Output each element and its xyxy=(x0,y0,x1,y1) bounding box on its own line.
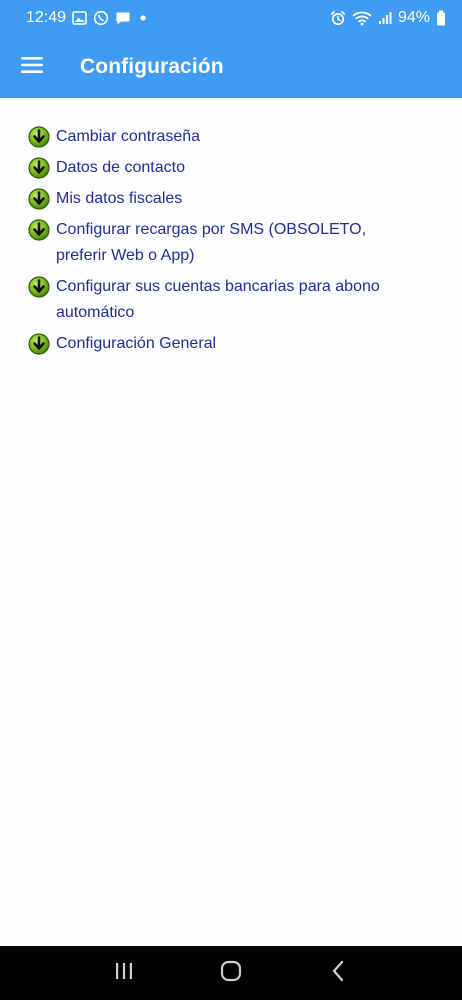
back-icon xyxy=(330,960,346,987)
list-item-fiscal-data[interactable]: Mis datos fiscales xyxy=(28,186,436,212)
alarm-icon xyxy=(330,10,346,26)
green-down-arrow-icon xyxy=(28,188,50,210)
status-bar: 12:49 94% xyxy=(0,0,462,36)
message-icon xyxy=(115,11,131,26)
list-item-label: Configurar sus cuentas bancarias para ab… xyxy=(56,278,380,321)
recent-apps-icon xyxy=(113,961,135,986)
hamburger-menu-icon xyxy=(20,55,44,80)
green-down-arrow-icon xyxy=(28,157,50,179)
back-button[interactable] xyxy=(313,948,363,998)
menu-button[interactable] xyxy=(0,36,64,98)
status-time: 12:49 xyxy=(26,9,67,26)
list-item-label: Datos de contacto xyxy=(56,159,185,176)
list-item-general-settings[interactable]: Configuración General xyxy=(28,331,436,357)
status-left: 12:49 xyxy=(26,9,149,27)
list-item-label: Cambiar contraseña xyxy=(56,128,201,145)
green-down-arrow-icon xyxy=(28,333,50,355)
whatsapp-icon xyxy=(93,10,109,26)
settings-list: Cambiar contraseña Datos de contacto Mis… xyxy=(28,124,436,357)
list-item-label: Mis datos fiscales xyxy=(56,190,183,207)
list-item-sms-recharges[interactable]: Configurar recargas por SMS (OBSOLETO, p… xyxy=(28,217,436,269)
dot-icon xyxy=(137,12,149,24)
system-nav-bar xyxy=(0,946,462,1000)
battery-icon xyxy=(436,10,446,26)
list-item-contact-data[interactable]: Datos de contacto xyxy=(28,155,436,181)
green-down-arrow-icon xyxy=(28,276,50,298)
battery-percent: 94% xyxy=(397,9,430,26)
green-down-arrow-icon xyxy=(28,126,50,148)
wifi-icon xyxy=(352,10,372,26)
home-button[interactable] xyxy=(206,948,256,998)
app-bar: Configuración xyxy=(0,36,462,98)
signal-icon xyxy=(378,11,392,25)
list-item-bank-accounts[interactable]: Configurar sus cuentas bancarias para ab… xyxy=(28,274,436,326)
screen: 12:49 94% Configuración Cambiar contrase… xyxy=(0,0,462,1000)
list-item-label: Configuración General xyxy=(56,335,217,352)
green-down-arrow-icon xyxy=(28,219,50,241)
page-title: Configuración xyxy=(80,55,224,78)
main-content: Cambiar contraseña Datos de contacto Mis… xyxy=(0,98,462,946)
status-right: 94% xyxy=(330,9,446,27)
home-icon xyxy=(219,959,243,988)
gallery-icon xyxy=(72,11,87,25)
list-item-change-password[interactable]: Cambiar contraseña xyxy=(28,124,436,150)
recent-apps-button[interactable] xyxy=(99,948,149,998)
list-item-label: Configurar recargas por SMS (OBSOLETO, p… xyxy=(56,221,367,264)
